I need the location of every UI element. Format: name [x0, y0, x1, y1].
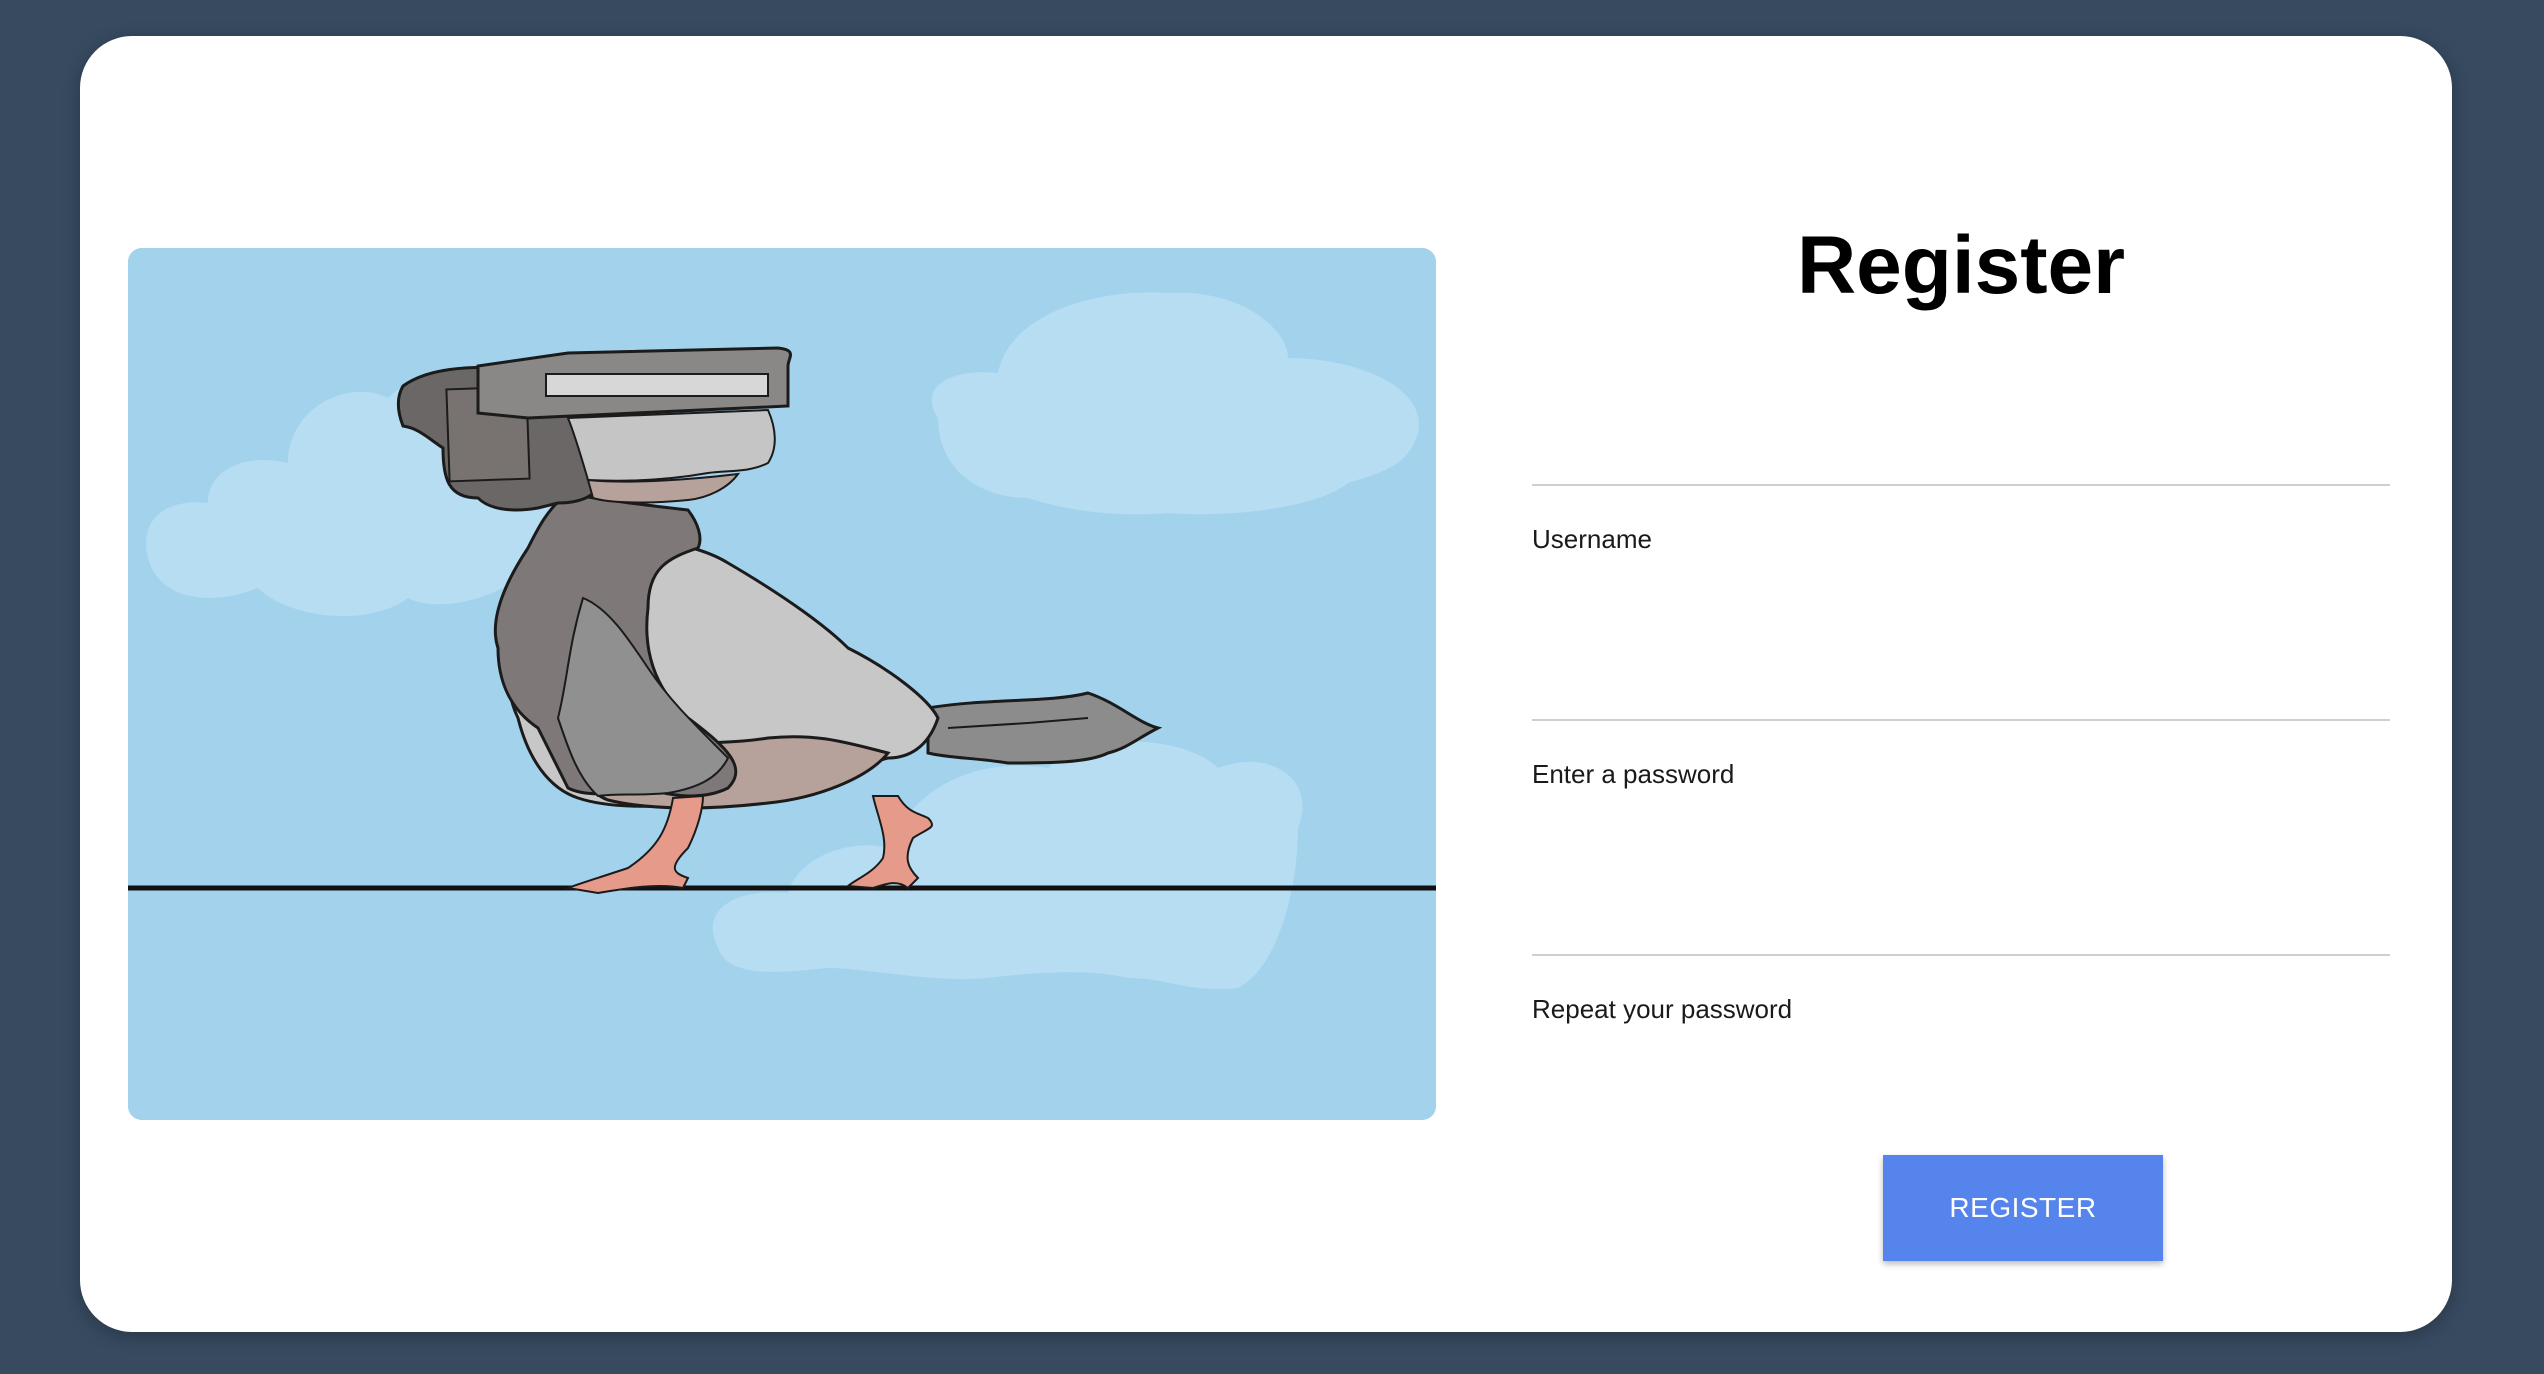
register-card: Register Username Enter a password Repea… — [80, 36, 2452, 1332]
repeat-password-label: Repeat your password — [1532, 994, 1793, 1024]
password-field[interactable]: Enter a password — [1532, 719, 2390, 919]
pigeon-camera-icon — [128, 248, 1436, 1120]
pigeon-camera-illustration — [128, 248, 1436, 1120]
repeat-password-input[interactable] — [1532, 954, 2390, 994]
page-title: Register — [1796, 220, 2126, 311]
password-label: Enter a password — [1532, 759, 1735, 789]
username-field[interactable]: Username — [1532, 484, 2390, 684]
register-form: Register Username Enter a password Repea… — [1532, 206, 2390, 1261]
repeat-password-field[interactable]: Repeat your password — [1532, 954, 2390, 1154]
register-button[interactable]: REGISTER — [1883, 1155, 2163, 1261]
username-label: Username — [1532, 524, 1652, 554]
password-input[interactable] — [1532, 719, 2390, 759]
username-input[interactable] — [1532, 484, 2390, 524]
